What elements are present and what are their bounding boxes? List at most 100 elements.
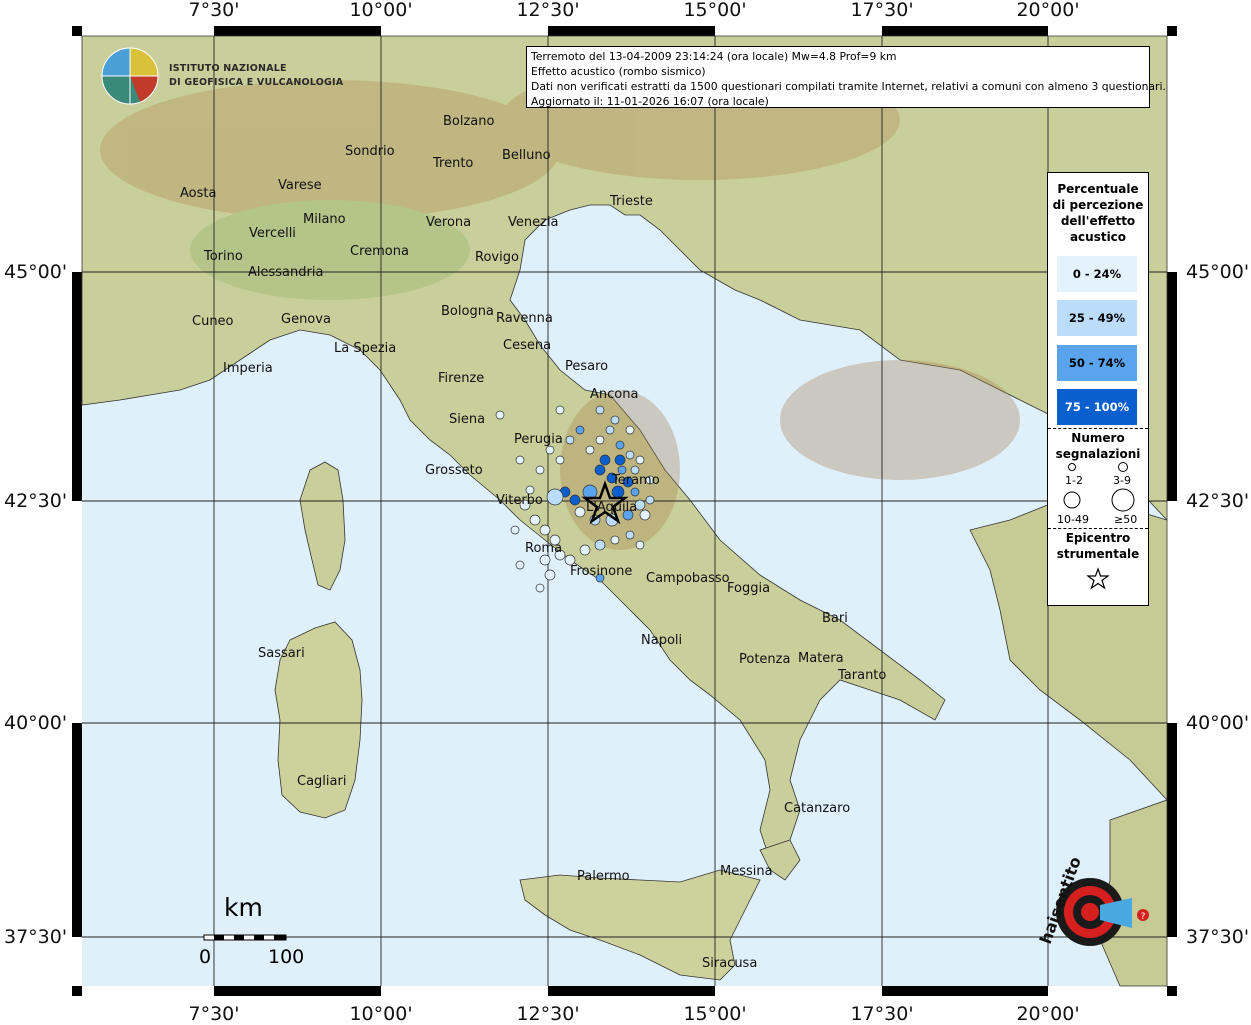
report-point	[555, 455, 565, 465]
city-label: Vercelli	[249, 226, 296, 241]
city-label: Teramo	[612, 473, 660, 488]
report-point	[546, 488, 564, 506]
report-point	[610, 415, 620, 425]
event-updated: Aggiornato il: 11-01-2026 16:07 (ora loc…	[531, 95, 769, 108]
lon-label-bottom: 12°30'	[516, 1003, 580, 1025]
report-point	[515, 455, 525, 465]
city-label: Campobasso	[646, 571, 730, 586]
city-label: L'Aquila	[586, 500, 638, 515]
city-label: Imperia	[223, 361, 273, 376]
lon-label-top: 7°30'	[188, 0, 240, 21]
event-data-note: Dati non verificati estratti da 1500 que…	[531, 80, 1166, 93]
report-point	[614, 454, 626, 466]
report-point	[595, 435, 605, 445]
legend-epicenter-line: strumentale	[1056, 547, 1140, 561]
legend-star-icon	[1086, 567, 1110, 590]
city-label: Palermo	[577, 869, 630, 884]
legend-class-2: 50 - 74%	[1057, 345, 1137, 381]
report-point	[599, 454, 611, 466]
city-label: Bolzano	[443, 114, 495, 129]
city-label: Trento	[433, 156, 474, 171]
city-label: Rovigo	[475, 250, 519, 265]
legend-count-1-2: 1-2	[1065, 474, 1083, 487]
lon-label-bottom: 7°30'	[188, 1003, 240, 1025]
city-label: Bari	[822, 611, 848, 626]
lon-label-top: 12°30'	[516, 0, 580, 21]
report-point	[575, 425, 585, 435]
city-label: Siracusa	[702, 956, 758, 971]
lon-label-top: 10°00'	[349, 0, 413, 21]
lon-label-bottom: 20°00'	[1016, 1003, 1080, 1025]
legend-count-3-9: 3-9	[1113, 474, 1131, 487]
report-point	[639, 509, 651, 521]
lat-label-left: 42°30'	[4, 490, 68, 512]
lat-label-right: 37°30'	[1186, 926, 1250, 948]
city-label: Cuneo	[192, 314, 234, 329]
city-label: Viterbo	[496, 493, 543, 508]
legend-title-line: di percezione	[1052, 198, 1144, 212]
lon-label-bottom: 17°30'	[850, 1003, 914, 1025]
city-label: Sassari	[258, 646, 305, 661]
report-point	[535, 583, 545, 593]
event-info-box: Terremoto del 13-04-2009 23:14:24 (ora l…	[526, 46, 1166, 108]
report-point	[539, 554, 551, 566]
lat-label-right: 40°00'	[1186, 712, 1250, 734]
city-label: Genova	[281, 312, 331, 327]
city-label: Taranto	[838, 668, 887, 683]
legend-class-1: 25 - 49%	[1057, 300, 1137, 336]
institute-name-line2: DI GEOFISICA E VULCANOLOGIA	[169, 77, 344, 88]
legend-title-line: dell'effetto	[1060, 214, 1136, 228]
city-label: Aosta	[180, 186, 217, 201]
lat-label-left: 45°00'	[4, 261, 68, 283]
report-point	[594, 464, 606, 476]
legend-title-line: Percentuale	[1057, 182, 1139, 196]
city-label: Siena	[449, 412, 486, 427]
report-point	[569, 494, 581, 506]
city-label: Belluno	[502, 148, 551, 163]
report-point	[615, 440, 625, 450]
lon-label-bottom: 15°00'	[683, 1003, 747, 1025]
lat-label-right: 42°30'	[1186, 490, 1250, 512]
lon-label-top: 20°00'	[1016, 0, 1080, 21]
city-label: Foggia	[727, 581, 771, 596]
scale-start: 0	[199, 946, 212, 968]
scale-unit: km	[224, 893, 263, 922]
lon-label-bottom: 10°00'	[349, 1003, 413, 1025]
report-point	[529, 514, 541, 526]
legend: Percentuale di percezione dell'effetto a…	[1047, 172, 1149, 606]
legend-divider	[1048, 428, 1148, 429]
city-label: Bologna	[441, 304, 494, 319]
legend-epicenter-title: Epicentro strumentale	[1048, 530, 1148, 562]
institute-name-line1: ISTITUTO NAZIONALE	[169, 63, 287, 74]
city-label: Ancona	[590, 387, 639, 402]
legend-divider	[1048, 528, 1148, 529]
scale-end: 100	[268, 946, 305, 968]
report-point	[594, 539, 606, 551]
report-point	[605, 425, 615, 435]
legend-percent-title: Percentuale di percezione dell'effetto a…	[1048, 181, 1148, 245]
city-label: Sondrio	[345, 144, 395, 159]
legend-class-3: 75 - 100%	[1057, 389, 1137, 425]
city-label: Verona	[426, 215, 472, 230]
city-label: Grosseto	[425, 463, 483, 478]
legend-epicenter-line: Epicentro	[1065, 531, 1131, 545]
lon-label-top: 15°00'	[683, 0, 747, 21]
city-label: Venezia	[508, 215, 559, 230]
legend-title-line: acustico	[1069, 230, 1127, 244]
report-point	[515, 560, 525, 570]
report-point	[535, 465, 545, 475]
city-label: Pesaro	[565, 359, 609, 374]
svg-text:?: ?	[1141, 912, 1146, 922]
report-point	[610, 535, 620, 545]
legend-class-0: 0 - 24%	[1057, 256, 1137, 292]
city-label: Torino	[204, 249, 243, 264]
event-effect: Effetto acustico (rombo sismico)	[531, 65, 706, 78]
lat-label-right: 45°00'	[1186, 261, 1250, 283]
city-label: Matera	[798, 651, 844, 666]
city-label: Cremona	[350, 244, 409, 259]
city-label: Napoli	[641, 633, 683, 648]
report-point	[635, 540, 645, 550]
city-label: Frosinone	[570, 564, 633, 579]
report-point	[625, 425, 635, 435]
report-point	[510, 525, 520, 535]
